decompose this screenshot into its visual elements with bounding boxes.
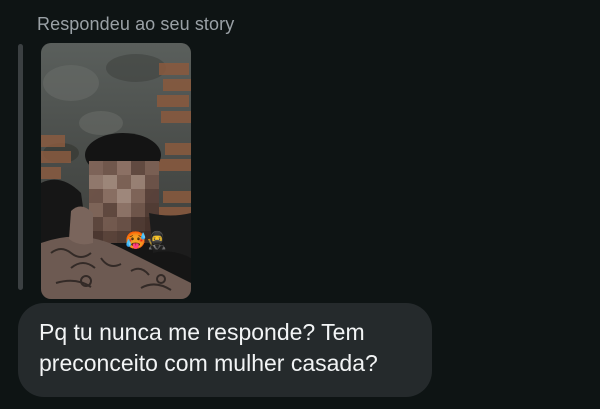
- message-text: Pq tu nunca me responde? Tem preconceito…: [39, 319, 378, 376]
- story-thumbnail[interactable]: 🥵🥷: [41, 43, 191, 299]
- story-reply-caption: Respondeu ao seu story: [37, 14, 235, 34]
- reply-indicator-bar: [18, 44, 23, 290]
- dm-thread-view: Respondeu ao seu story 🥵🥷 Pq tu nunca me…: [0, 0, 600, 409]
- message-bubble[interactable]: Pq tu nunca me responde? Tem preconceito…: [18, 303, 432, 397]
- ninja-emoji-icon: 🥷: [146, 231, 168, 250]
- hot-face-emoji-icon: 🥵: [125, 231, 147, 250]
- story-photo-image: [41, 43, 191, 299]
- story-reaction-emojis: 🥵🥷: [125, 231, 167, 251]
